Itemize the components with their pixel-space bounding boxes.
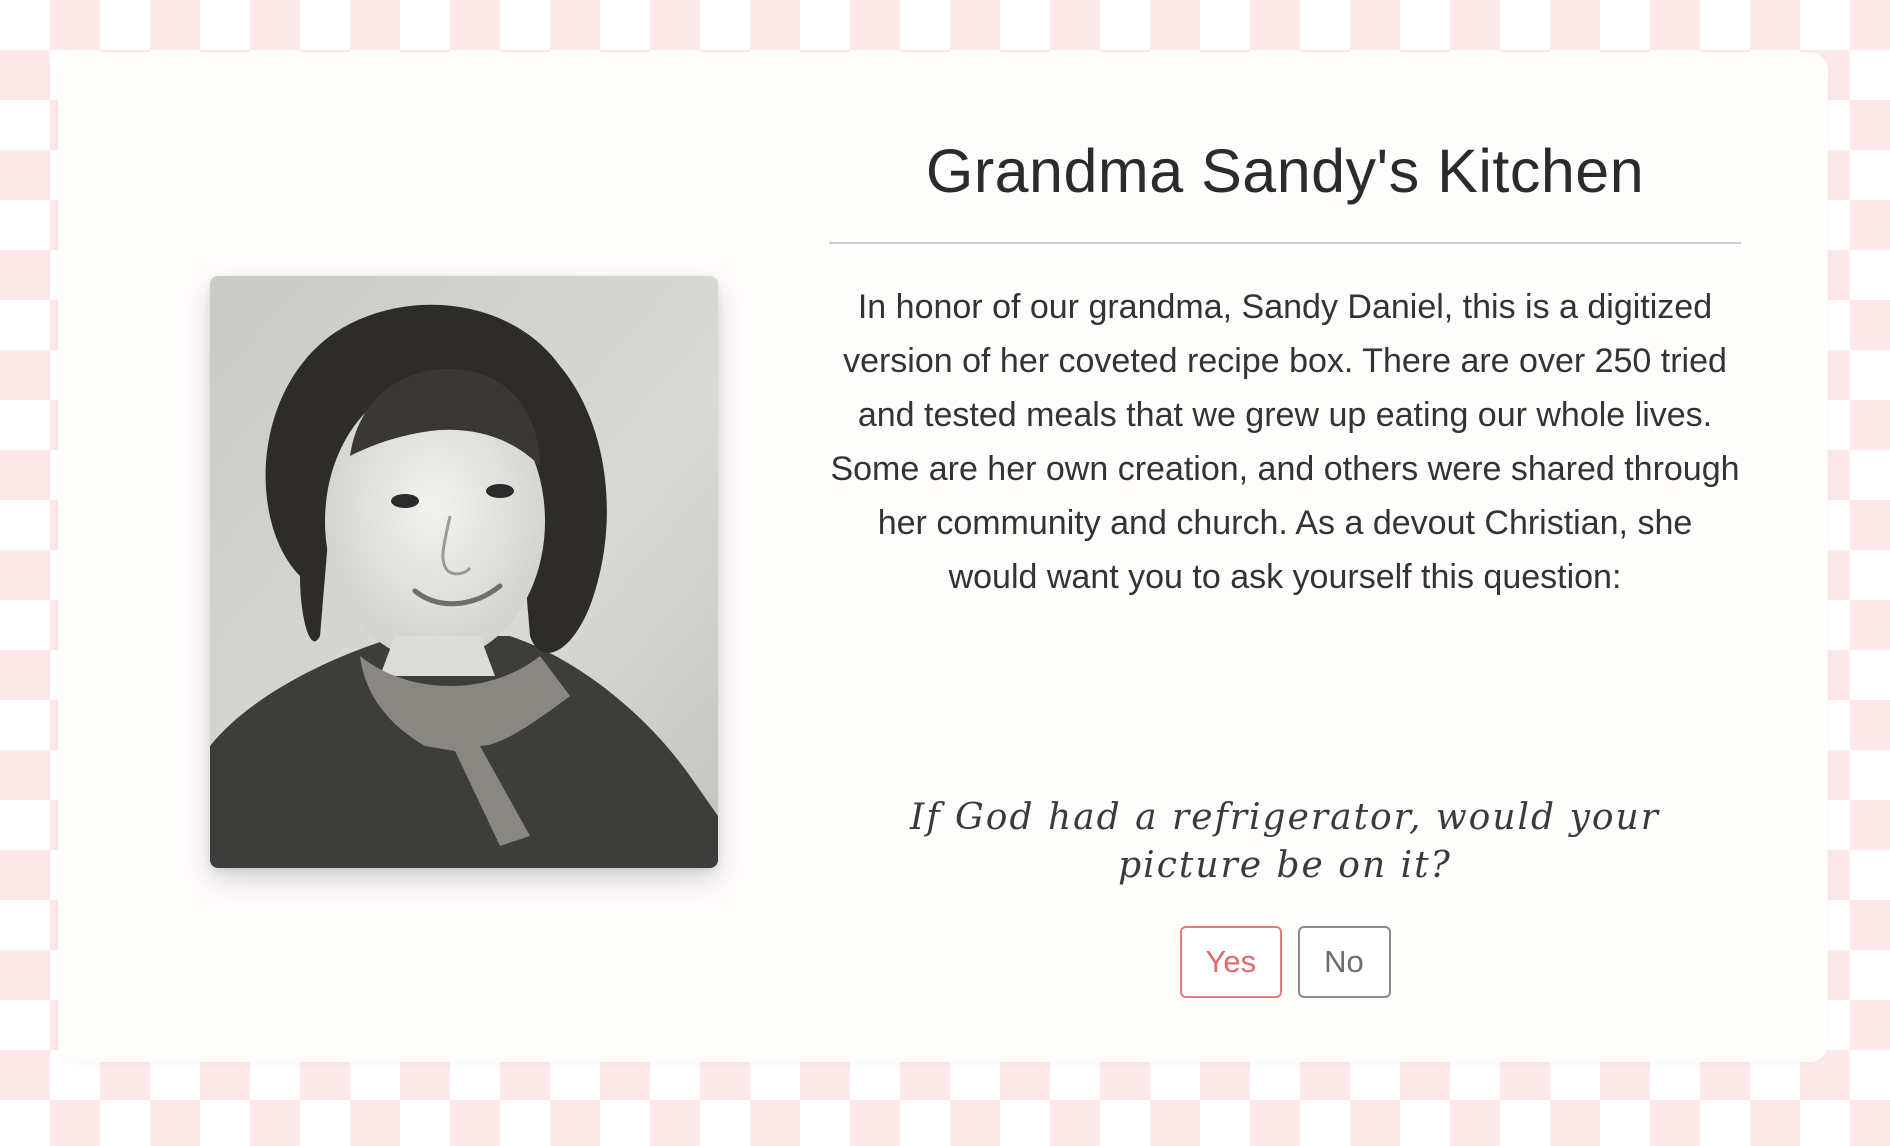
question-text: If God had a refrigerator, would your pi… — [910, 797, 1660, 886]
answer-buttons: Yes No — [829, 926, 1741, 998]
title-divider — [829, 242, 1741, 244]
yes-button[interactable]: Yes — [1179, 926, 1282, 998]
main-card: Grandma Sandy's Kitchen In honor of our … — [58, 52, 1828, 1062]
grandma-portrait-photo — [210, 276, 718, 868]
intro-paragraph: In honor of our grandma, Sandy Daniel, t… — [830, 288, 1740, 596]
no-button[interactable]: No — [1297, 926, 1391, 998]
page-title: Grandma Sandy's Kitchen — [925, 137, 1645, 205]
